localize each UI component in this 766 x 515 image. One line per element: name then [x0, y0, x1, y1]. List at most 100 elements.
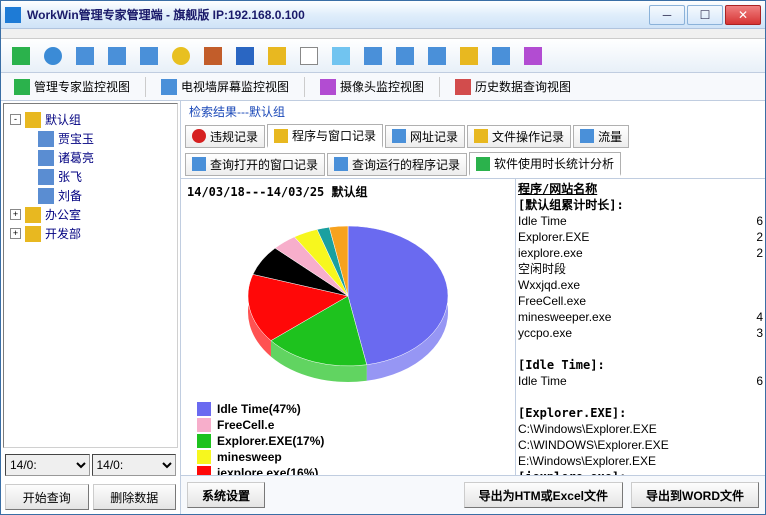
toolbar-icon-16[interactable]: [487, 42, 515, 70]
date-to[interactable]: 14/0:: [92, 454, 177, 476]
view-tab-label: 历史数据查询视图: [475, 78, 571, 95]
pc-icon: [38, 169, 54, 185]
detail-row: C:\Windows\Explorer.EXE: [518, 421, 763, 437]
chart-icon: [476, 157, 490, 171]
pc-icon: [38, 131, 54, 147]
pc-icon: [38, 150, 54, 166]
toolbar-icon-17[interactable]: [519, 42, 547, 70]
detail-row: Wxxjqd.exe: [518, 277, 763, 293]
right-panel: 检索结果---默认组 违规记录 程序与窗口记录 网址记录 文件操作记录 流量 查…: [181, 101, 765, 514]
toolbar-icon-13[interactable]: [391, 42, 419, 70]
toolbar-icon-1[interactable]: [7, 42, 35, 70]
export-html-button[interactable]: 导出为HTM或Excel文件: [464, 482, 623, 508]
tree-user[interactable]: 贾宝玉: [58, 130, 94, 147]
query-icon: [192, 157, 206, 171]
toolbar-icon-14[interactable]: [423, 42, 451, 70]
detail-section-title: [Explorer.EXE]:: [518, 405, 763, 421]
detail-header: 程序/网站名称: [518, 181, 763, 197]
export-word-button[interactable]: 导出到WORD文件: [631, 482, 759, 508]
app-icon: [5, 7, 21, 23]
detail-row: minesweeper.exe4: [518, 309, 763, 325]
view-tab-history[interactable]: 历史数据查询视图: [448, 75, 578, 98]
legend-item: minesweep: [197, 450, 347, 464]
detail-row: iexplore.exe2: [518, 245, 763, 261]
date-from[interactable]: 14/0:: [5, 454, 90, 476]
start-query-button[interactable]: 开始查询: [5, 484, 89, 510]
titlebar: WorkWin管理专家管理端 - 旗舰版 IP:192.168.0.100 ─ …: [1, 1, 765, 29]
tab-traffic[interactable]: 流量: [573, 125, 629, 148]
query-icon: [334, 157, 348, 171]
search-result-label: 检索结果---默认组: [181, 101, 765, 122]
web-icon: [392, 129, 406, 143]
delete-data-button[interactable]: 删除数据: [93, 484, 177, 510]
legend-item: iexplore.exe(16%): [197, 466, 347, 475]
toolbar-icon-12[interactable]: [359, 42, 387, 70]
chart-panel: 14/03/18---14/03/25 默认组 Idle Time(47%) Fr…: [181, 179, 515, 475]
toolbar-icon-6[interactable]: [167, 42, 195, 70]
tree-user[interactable]: 刘备: [58, 187, 82, 204]
detail-row: 空闲时段: [518, 261, 763, 277]
window-icon: [274, 129, 288, 143]
toolbar-icon-3[interactable]: [71, 42, 99, 70]
toolbar-icon-10[interactable]: [295, 42, 323, 70]
menubar: [1, 29, 765, 39]
toolbar-icon-2[interactable]: [39, 42, 67, 70]
tab-program-window[interactable]: 程序与窗口记录: [267, 124, 383, 148]
camera-icon: [320, 79, 336, 95]
settings-button[interactable]: 系统设置: [187, 482, 265, 508]
file-icon: [474, 129, 488, 143]
legend-item: Explorer.EXE(17%): [197, 434, 347, 448]
chart-header: 14/03/18---14/03/25 默认组: [187, 183, 509, 200]
view-tab-label: 电视墙屏幕监控视图: [181, 78, 289, 95]
pie-chart: [228, 206, 468, 396]
tree-group[interactable]: 开发部: [45, 225, 81, 242]
group-icon: [25, 207, 41, 223]
toolbar-icon-15[interactable]: [455, 42, 483, 70]
view-tab-monitor[interactable]: 管理专家监控视图: [7, 75, 137, 98]
toolbar-icon-7[interactable]: [199, 42, 227, 70]
view-tab-camera[interactable]: 摄像头监控视图: [313, 75, 431, 98]
tree-user[interactable]: 张飞: [58, 168, 82, 185]
left-panel: - 默认组 贾宝玉 诸葛亮 张飞 刘备 + 办公室 + 开发部 14/0: 14/0:…: [1, 101, 181, 514]
legend-item: Idle Time(47%): [197, 402, 347, 416]
toolbar-icon-11[interactable]: [327, 42, 355, 70]
tab-file-ops[interactable]: 文件操作记录: [467, 125, 571, 148]
footer-bar: 系统设置 导出为HTM或Excel文件 导出到WORD文件: [181, 475, 765, 514]
minimize-button[interactable]: ─: [649, 5, 685, 25]
tree-user[interactable]: 诸葛亮: [58, 149, 94, 166]
view-tab-label: 摄像头监控视图: [340, 78, 424, 95]
close-button[interactable]: ✕: [725, 5, 761, 25]
detail-row: C:\WINDOWS\Explorer.EXE: [518, 437, 763, 453]
user-tree[interactable]: - 默认组 贾宝玉 诸葛亮 张飞 刘备 + 办公室 + 开发部: [3, 103, 178, 448]
expand-icon[interactable]: +: [10, 228, 21, 239]
legend-item: FreeCell.e: [197, 418, 347, 432]
warning-icon: [192, 129, 206, 143]
tree-group[interactable]: 办公室: [45, 206, 81, 223]
expand-icon[interactable]: +: [10, 209, 21, 220]
history-icon: [455, 79, 471, 95]
tab-violation[interactable]: 违规记录: [185, 125, 265, 148]
tab-row-1: 违规记录 程序与窗口记录 网址记录 文件操作记录 流量: [181, 122, 765, 150]
view-tab-label: 管理专家监控视图: [34, 78, 130, 95]
detail-section-title: [Idle Time]:: [518, 357, 763, 373]
traffic-icon: [580, 129, 594, 143]
tab-url[interactable]: 网址记录: [385, 125, 465, 148]
tab-usage-stats[interactable]: 软件使用时长统计分析: [469, 152, 621, 176]
detail-panel[interactable]: 程序/网站名称 [默认组累计时长]:Idle Time6Explorer.EXE…: [515, 179, 765, 475]
tab-query-programs[interactable]: 查询运行的程序记录: [327, 153, 467, 176]
expand-icon[interactable]: -: [10, 114, 21, 125]
toolbar-icon-9[interactable]: [263, 42, 291, 70]
toolbar-icon-8[interactable]: [231, 42, 259, 70]
toolbar-icon-5[interactable]: [135, 42, 163, 70]
main-toolbar: [1, 39, 765, 73]
window-title: WorkWin管理专家管理端 - 旗舰版 IP:192.168.0.100: [27, 6, 649, 23]
tab-query-windows[interactable]: 查询打开的窗口记录: [185, 153, 325, 176]
tree-root-label[interactable]: 默认组: [45, 111, 81, 128]
monitor-icon: [14, 79, 30, 95]
detail-row: Idle Time6: [518, 373, 763, 389]
maximize-button[interactable]: ☐: [687, 5, 723, 25]
toolbar-icon-4[interactable]: [103, 42, 131, 70]
view-tab-tvwall[interactable]: 电视墙屏幕监控视图: [154, 75, 296, 98]
tvwall-icon: [161, 79, 177, 95]
detail-row: E:\Windows\Explorer.EXE: [518, 453, 763, 469]
